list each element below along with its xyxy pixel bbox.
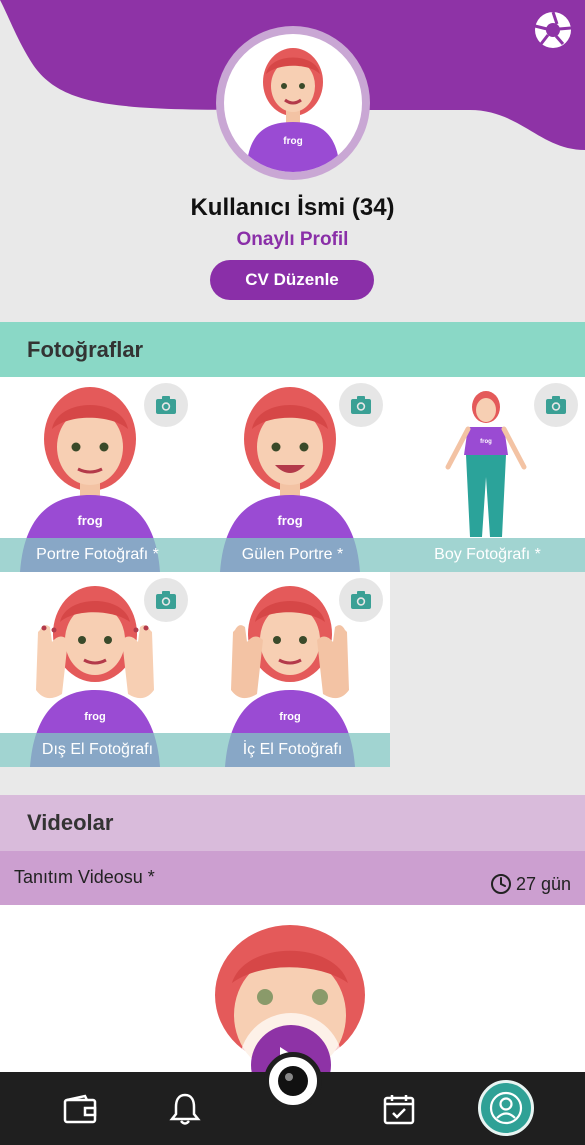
avatar[interactable]: frog xyxy=(216,26,370,180)
profile-header: frog Kullanıcı İsmi (34) Onaylı Profil C… xyxy=(0,0,585,322)
photo-tile-palms[interactable]: frog İç El Fotoğrafı xyxy=(195,572,390,767)
video-preview[interactable] xyxy=(0,905,585,1075)
svg-text:frog: frog xyxy=(279,711,300,723)
record-icon[interactable] xyxy=(264,1052,322,1110)
photo-tile-label: Boy Fotoğrafı * xyxy=(390,538,585,572)
photo-tile-portrait[interactable]: frog Portre Fotoğrafı * xyxy=(0,377,195,572)
bell-icon[interactable] xyxy=(155,1072,215,1145)
verified-profile-label: Onaylı Profil xyxy=(236,229,349,250)
videos-section-title: Videolar xyxy=(0,795,585,851)
photo-tile-label: Dış El Fotoğrafı xyxy=(0,733,195,767)
video-title: Tanıtım Videosu * xyxy=(14,867,155,887)
photo-tile-back-of-hands[interactable]: frog Dış El Fotoğrafı xyxy=(0,572,195,767)
calendar-check-icon[interactable] xyxy=(369,1072,429,1145)
photo-tile-label: Gülen Portre * xyxy=(195,538,390,572)
video-thumbnail-illustration xyxy=(215,925,365,1075)
svg-text:frog: frog xyxy=(480,439,492,445)
photos-section-title: Fotoğraflar xyxy=(0,322,585,378)
video-days-left: 27 gün xyxy=(515,873,571,894)
profile-icon[interactable] xyxy=(478,1080,534,1136)
photo-tile-full-body[interactable]: frog Boy Fotoğrafı * xyxy=(390,377,585,572)
user-name: Kullanıcı İsmi (34) xyxy=(190,194,395,221)
clock-icon xyxy=(490,874,511,894)
shirt-logo: frog xyxy=(283,136,302,147)
photo-tile-label: İç El Fotoğrafı xyxy=(195,733,390,767)
photo-tile-label: Portre Fotoğrafı * xyxy=(0,538,195,572)
avatar-illustration: frog xyxy=(246,48,340,172)
svg-text:frog: frog xyxy=(277,513,302,528)
camera-icon[interactable] xyxy=(534,383,578,427)
svg-text:frog: frog xyxy=(77,513,102,528)
camera-icon[interactable] xyxy=(339,578,383,622)
camera-shutter-icon[interactable] xyxy=(533,10,573,50)
edit-cv-button[interactable]: CV Düzenle xyxy=(210,260,374,300)
video-remaining-time: 27 gün xyxy=(490,873,571,895)
wallet-icon[interactable] xyxy=(50,1072,110,1145)
svg-text:frog: frog xyxy=(84,711,105,723)
video-item-header[interactable]: Tanıtım Videosu * 27 gün xyxy=(0,851,585,905)
camera-icon[interactable] xyxy=(144,578,188,622)
camera-icon[interactable] xyxy=(339,383,383,427)
camera-icon[interactable] xyxy=(144,383,188,427)
photo-tile-smiling-portrait[interactable]: frog Gülen Portre * xyxy=(195,377,390,572)
